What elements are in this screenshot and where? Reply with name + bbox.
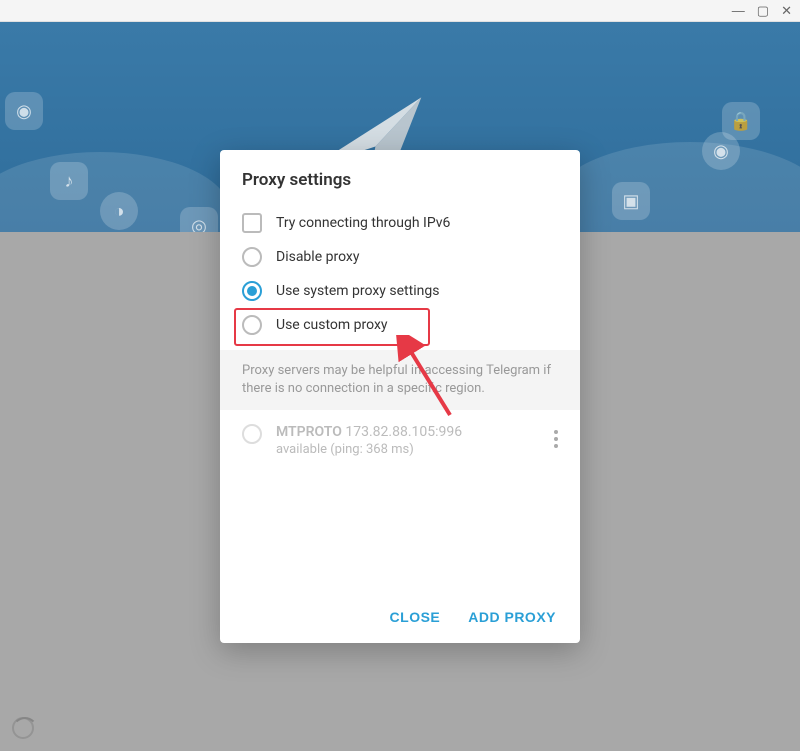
option-custom-proxy[interactable]: Use custom proxy [220,308,580,342]
proxy-address: 173.82.88.105:996 [345,424,462,440]
music-icon: ♪ [50,162,88,200]
radio-icon [242,315,262,335]
maximize-button[interactable]: ▢ [757,4,769,17]
proxy-info: MTPROTO 173.82.88.105:996 available (pin… [276,424,540,457]
checkbox-icon [242,213,262,233]
option-ipv6[interactable]: Try connecting through IPv6 [220,206,580,240]
window-titlebar: — ▢ ✕ [0,0,800,22]
loading-spinner [12,717,34,739]
decoration-cloud [550,142,800,232]
option-label: Try connecting through IPv6 [276,215,450,231]
add-proxy-button[interactable]: ADD PROXY [468,609,556,625]
decoration-icon: ◉ [5,92,43,130]
proxy-list-item[interactable]: MTPROTO 173.82.88.105:996 available (pin… [220,410,580,471]
option-label: Disable proxy [276,249,359,265]
helper-text: Proxy servers may be helpful in accessin… [220,350,580,410]
more-options-button[interactable] [554,424,558,448]
modal-title: Proxy settings [220,150,580,206]
option-disable-proxy[interactable]: Disable proxy [220,240,580,274]
radio-icon [242,247,262,267]
proxy-settings-modal: Proxy settings Try connecting through IP… [220,150,580,643]
radio-icon [242,281,262,301]
lock-icon: 🔒 [722,102,760,140]
option-system-proxy[interactable]: Use system proxy settings [220,274,580,308]
option-label: Use custom proxy [276,317,388,333]
option-label: Use system proxy settings [276,283,439,299]
proxy-protocol: MTPROTO [276,424,342,440]
minimize-button[interactable]: — [732,4,745,17]
close-button[interactable]: CLOSE [390,609,441,625]
photo-icon: ▣ [612,182,650,220]
radio-icon [242,424,262,444]
camera-icon: ◎ [180,207,218,232]
close-window-button[interactable]: ✕ [781,4,792,17]
headphones-icon: ◑ [100,192,138,230]
modal-footer: CLOSE ADD PROXY [220,591,580,643]
proxy-status: available (ping: 368 ms) [276,442,540,457]
